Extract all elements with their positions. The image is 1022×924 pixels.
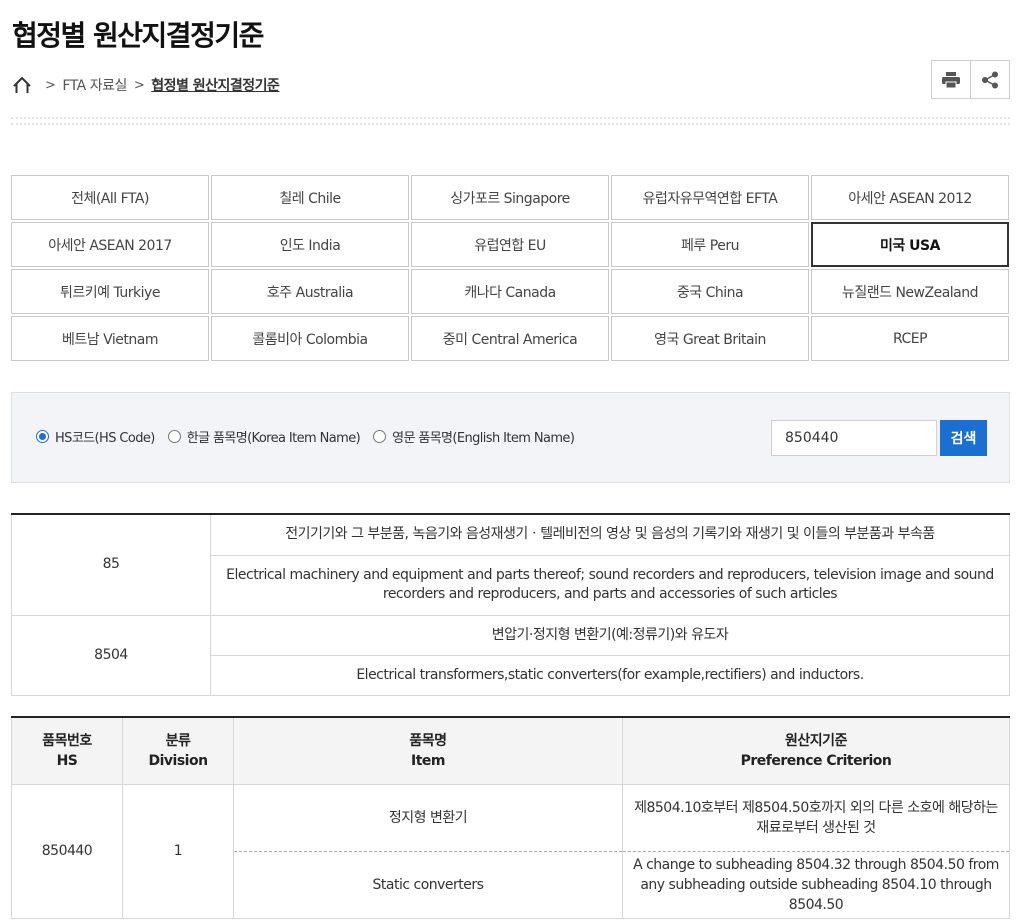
fta-tab[interactable]: 중미 Central America xyxy=(411,316,609,361)
fta-tab[interactable]: 뉴질랜드 NewZealand xyxy=(811,269,1009,314)
divider xyxy=(11,117,1010,125)
hs-description-table: 85 전기기기와 그 부분품, 녹음기와 음성재생기ㆍ텔레비전의 영상 및 음성… xyxy=(11,513,1010,696)
header-division: 분류 Division xyxy=(122,716,234,785)
header-division-en: Division xyxy=(148,752,208,769)
header-division-ko: 분류 xyxy=(165,732,191,749)
result-criterion-korean: 제8504.10호부터 제8504.50호까지 외의 다른 소호에 해당하는 재… xyxy=(622,783,1010,852)
share-button[interactable] xyxy=(970,60,1010,99)
fta-tab[interactable]: 유럽연합 EU xyxy=(411,222,609,267)
search-panel: HS코드(HS Code) 한글 품목명(Korea Item Name) 영문 품… xyxy=(11,392,1010,483)
fta-tab[interactable]: 콜롬비아 Colombia xyxy=(211,316,409,361)
home-icon[interactable] xyxy=(12,75,32,95)
radio-label: 영문 품목명(English Item Name) xyxy=(392,431,575,446)
hs-heading-english: Electrical transformers,static converter… xyxy=(210,654,1010,696)
page-title: 협정별 원산지결정기준 xyxy=(12,19,264,52)
hs-chapter-english: Electrical machinery and equipment and p… xyxy=(210,554,1010,616)
search-type-radio[interactable]: 영문 품목명(English Item Name) xyxy=(373,427,575,446)
fta-tab[interactable]: 인도 India xyxy=(211,222,409,267)
fta-tab[interactable]: RCEP xyxy=(811,316,1009,361)
header-item: 품목명 Item xyxy=(233,716,623,785)
fta-tab[interactable]: 영국 Great Britain xyxy=(611,316,809,361)
fta-tab[interactable]: 유럽자유무역연합 EFTA xyxy=(611,175,809,220)
breadcrumb-current[interactable]: 협정별 원산지결정기준 xyxy=(151,75,280,95)
header-item-en: Item xyxy=(411,752,445,769)
search-input[interactable] xyxy=(771,420,937,456)
print-icon xyxy=(942,71,960,88)
breadcrumb: > FTA 자료실 > 협정별 원산지결정기준 xyxy=(12,73,280,97)
fta-tab[interactable]: 호주 Australia xyxy=(211,269,409,314)
fta-tab[interactable]: 베트남 Vietnam xyxy=(11,316,209,361)
header-hs-ko: 품목번호 xyxy=(42,732,92,749)
fta-tab[interactable]: 아세안 ASEAN 2012 xyxy=(811,175,1009,220)
header-hs-en: HS xyxy=(56,752,78,769)
print-button[interactable] xyxy=(931,60,971,99)
breadcrumb-separator-icon: > xyxy=(133,77,145,93)
search-type-options: HS코드(HS Code) 한글 품목명(Korea Item Name) 영문 품… xyxy=(36,427,587,446)
result-hs: 850440 xyxy=(11,783,123,919)
result-criterion-english: A change to subheading 8504.32 through 8… xyxy=(622,850,1010,919)
search-button[interactable]: 검색 xyxy=(940,420,987,456)
radio-indicator[interactable] xyxy=(373,430,387,443)
search-type-radio[interactable]: 한글 품목명(Korea Item Name) xyxy=(167,427,361,446)
radio-indicator[interactable] xyxy=(167,430,181,443)
search-type-radio[interactable]: HS코드(HS Code) xyxy=(36,427,155,446)
radio-label: HS코드(HS Code) xyxy=(55,431,155,446)
breadcrumb-fta-library[interactable]: FTA 자료실 xyxy=(62,75,127,95)
fta-tab[interactable]: 중국 China xyxy=(611,269,809,314)
fta-tab-grid: 전체(All FTA) 칠레 Chile 싱가포르 Singapore 유럽자유무역연… xyxy=(11,175,1010,361)
fta-tab[interactable]: 전체(All FTA) xyxy=(11,175,209,220)
fta-tab[interactable]: 싱가포르 Singapore xyxy=(411,175,609,220)
breadcrumb-separator-icon: > xyxy=(45,77,56,93)
fta-tab[interactable]: 페루 Peru xyxy=(611,222,809,267)
header-criterion: 원산지기준 Preference Criterion xyxy=(622,716,1010,785)
result-item-english: Static converters xyxy=(233,850,623,919)
fta-tab[interactable]: 아세안 ASEAN 2017 xyxy=(11,222,209,267)
fta-tab[interactable]: 캐나다 Canada xyxy=(411,269,609,314)
table-row: 850440 1 정지형 변환기 제8504.10호부터 제8504.50호까지… xyxy=(11,783,1010,919)
fta-tab[interactable]: 튀르키예 Turkiye xyxy=(11,269,209,314)
fta-tab[interactable]: 미국 USA xyxy=(811,222,1009,267)
results-table: 품목번호 HS 분류 Division 품목명 Item 원산지기준 Prefe… xyxy=(11,716,1010,919)
header-hs: 품목번호 HS xyxy=(11,716,123,785)
hs-heading-korean: 변압기·정지형 변환기(예:정류기)와 유도자 xyxy=(210,614,1010,656)
header-criterion-ko: 원산지기준 xyxy=(785,732,847,749)
hs-heading-code: 8504 xyxy=(11,614,211,696)
hs-chapter-code: 85 xyxy=(11,513,211,616)
header-item-ko: 품목명 xyxy=(409,732,447,749)
radio-indicator[interactable] xyxy=(36,430,49,443)
hs-chapter-korean: 전기기기와 그 부분품, 녹음기와 음성재생기ㆍ텔레비전의 영상 및 음성의 기… xyxy=(210,513,1010,556)
header-criterion-en: Preference Criterion xyxy=(740,752,892,769)
result-division: 1 xyxy=(122,783,234,919)
radio-label: 한글 품목명(Korea Item Name) xyxy=(186,431,361,446)
result-item-korean: 정지형 변환기 xyxy=(233,783,623,852)
fta-tab[interactable]: 칠레 Chile xyxy=(211,175,409,220)
share-icon xyxy=(982,71,998,88)
